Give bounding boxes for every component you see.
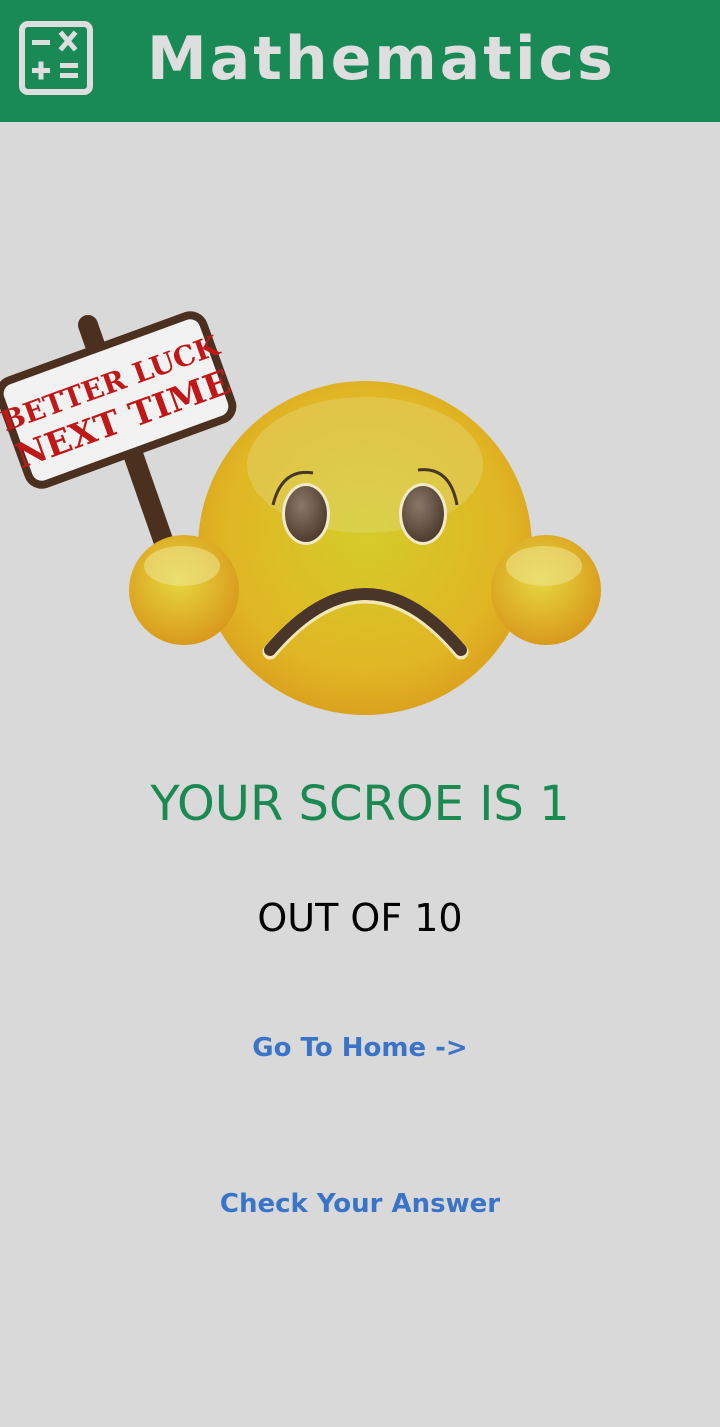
out-of-text: OUT OF 10 xyxy=(257,896,463,940)
score-text: YOUR SCROE IS 1 xyxy=(150,776,570,832)
app-title: Mathematics xyxy=(147,24,616,94)
check-your-answer-link[interactable]: Check Your Answer xyxy=(0,1186,720,1222)
app-bar: Mathematics xyxy=(0,0,720,122)
go-to-home-label[interactable]: Go To Home -> xyxy=(242,1027,477,1069)
check-your-answer-label[interactable]: Check Your Answer xyxy=(210,1183,510,1225)
go-to-home-link[interactable]: Go To Home -> xyxy=(0,1030,720,1066)
sad-emoji-icon: BETTER LUCK NEXT TIME xyxy=(0,311,601,715)
calculator-icon[interactable] xyxy=(18,20,94,96)
